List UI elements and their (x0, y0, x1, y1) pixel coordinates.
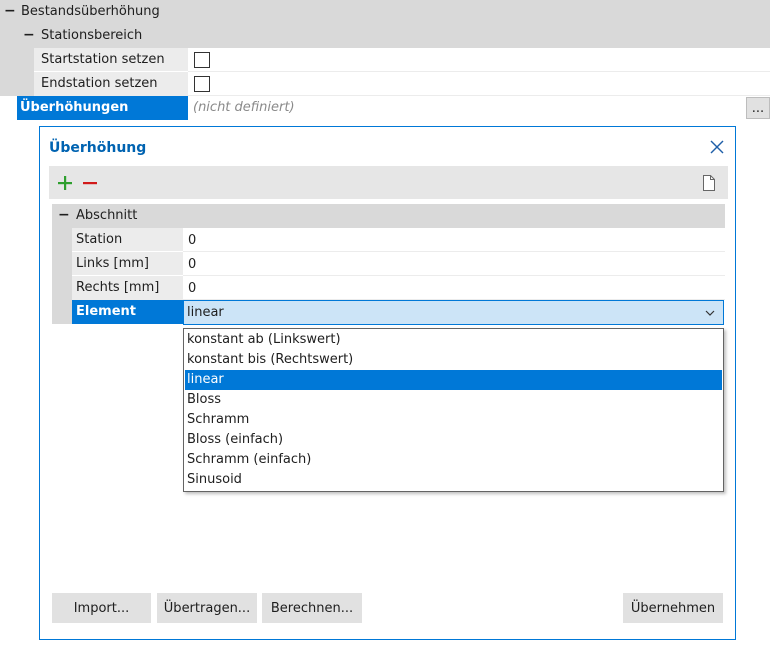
dropdown-option[interactable]: Bloss (185, 390, 722, 410)
remove-icon[interactable] (82, 175, 98, 191)
section-panel: − Abschnitt Station 0 Links [mm] 0 Recht… (52, 204, 725, 325)
apply-button[interactable]: Übernehmen (623, 593, 723, 623)
row-startstation: Startstation setzen (34, 48, 188, 72)
grid-indent-strip (0, 24, 17, 96)
ellipsis-button[interactable]: ... (746, 97, 770, 119)
add-icon[interactable] (57, 175, 73, 191)
dropdown-option[interactable]: konstant bis (Rechtswert) (185, 350, 722, 370)
group-label: Bestandsüberhöhung (21, 4, 160, 19)
field-value: 0 (188, 257, 197, 272)
rechts-input[interactable]: 0 (183, 276, 725, 300)
field-label: Links [mm] (76, 256, 149, 271)
dropdown-option[interactable]: Sinusoid (185, 470, 722, 490)
calculate-button[interactable]: Berechnen... (262, 593, 362, 623)
row-label: Überhöhungen (20, 100, 129, 115)
row-value-cell (188, 72, 770, 96)
collapse-icon[interactable]: − (4, 4, 16, 18)
field-value: 0 (188, 233, 197, 248)
group-header-bestandsueberhoehung[interactable]: − Bestandsüberhöhung (0, 0, 770, 24)
row-endstation: Endstation setzen (34, 72, 188, 96)
endstation-checkbox[interactable] (194, 76, 210, 92)
field-element[interactable]: Element (72, 300, 183, 324)
field-rechts: Rechts [mm] (72, 276, 183, 300)
dropdown-option[interactable]: konstant ab (Linkswert) (185, 330, 722, 350)
startstation-checkbox[interactable] (194, 52, 210, 68)
transfer-button[interactable]: Übertragen... (157, 593, 257, 623)
field-station: Station (72, 228, 183, 252)
dialog-ueberhoehung: Überhöhung − Abschnitt Station 0 Links [… (39, 126, 736, 640)
collapse-icon[interactable]: − (58, 208, 70, 222)
links-input[interactable]: 0 (183, 252, 725, 276)
row-value-cell[interactable]: (nicht definiert) (188, 96, 770, 120)
property-grid: − Bestandsüberhöhung − Stationsbereich S… (0, 0, 770, 122)
dialog-title: Überhöhung (49, 140, 147, 156)
row-indent-strip (17, 48, 34, 96)
field-label: Element (76, 304, 136, 319)
combobox-value: linear (187, 305, 224, 320)
element-combobox[interactable]: linear (183, 300, 724, 325)
station-input[interactable]: 0 (183, 228, 725, 252)
collapse-icon[interactable]: − (23, 28, 35, 42)
dropdown-option[interactable]: Bloss (einfach) (185, 430, 722, 450)
field-label: Rechts [mm] (76, 280, 160, 295)
dropdown-option[interactable]: Schramm (einfach) (185, 450, 722, 470)
dropdown-option-selected[interactable]: linear (185, 370, 722, 390)
row-label: Startstation setzen (41, 52, 165, 67)
dropdown-option[interactable]: Schramm (185, 410, 722, 430)
undefined-value: (nicht definiert) (193, 100, 295, 115)
close-icon[interactable] (708, 138, 726, 156)
field-value: 0 (188, 281, 197, 296)
section-header-abschnitt[interactable]: − Abschnitt (52, 204, 725, 228)
subgroup-header-stationsbereich[interactable]: − Stationsbereich (17, 24, 770, 48)
field-label: Station (76, 232, 123, 247)
field-links: Links [mm] (72, 252, 183, 276)
section-label: Abschnitt (76, 208, 138, 223)
dialog-toolbar (49, 166, 728, 199)
subgroup-label: Stationsbereich (41, 28, 143, 43)
section-indent-strip (52, 228, 72, 324)
row-ueberhoehungen[interactable]: Überhöhungen (17, 96, 188, 120)
chevron-down-icon[interactable] (704, 307, 716, 319)
document-icon[interactable] (701, 174, 717, 192)
row-label: Endstation setzen (41, 76, 158, 91)
element-dropdown-list: konstant ab (Linkswert) konstant bis (Re… (183, 328, 724, 492)
import-button[interactable]: Import... (52, 593, 151, 623)
row-value-cell (188, 48, 770, 72)
